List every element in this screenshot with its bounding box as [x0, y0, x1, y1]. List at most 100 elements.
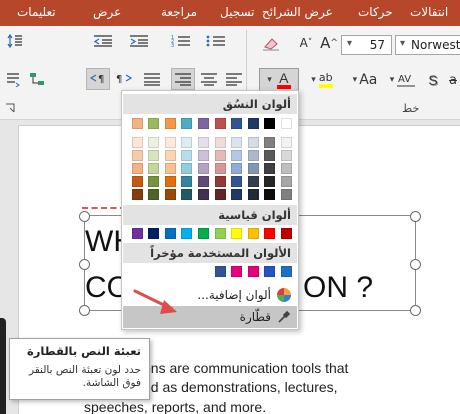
- theme-shade-swatch[interactable]: [164, 176, 176, 187]
- theme-shade-swatch[interactable]: [181, 137, 193, 148]
- align-left-icon[interactable]: [222, 70, 246, 88]
- theme-color-swatch[interactable]: [231, 118, 243, 129]
- standard-color-swatch[interactable]: [281, 228, 292, 239]
- resize-handle[interactable]: [79, 211, 90, 222]
- theme-color-swatch[interactable]: [247, 118, 259, 129]
- theme-shade-swatch[interactable]: [198, 150, 209, 161]
- theme-shade-swatch[interactable]: [164, 137, 176, 148]
- theme-shade-swatch[interactable]: [247, 163, 259, 174]
- font-size-box[interactable]: ▾ 57: [341, 35, 392, 55]
- theme-shade-swatch[interactable]: [264, 150, 276, 161]
- change-case-button[interactable]: ▾ Aa: [350, 70, 380, 90]
- theme-shade-swatch[interactable]: [281, 163, 292, 174]
- theme-shade-swatch[interactable]: [281, 150, 292, 161]
- theme-shade-swatch[interactable]: [198, 163, 209, 174]
- theme-color-swatch[interactable]: [281, 118, 292, 129]
- theme-shade-swatch[interactable]: [214, 137, 226, 148]
- clear-formatting-icon[interactable]: [260, 34, 282, 52]
- theme-color-swatch[interactable]: [181, 118, 193, 129]
- standard-color-swatch[interactable]: [181, 228, 193, 239]
- tab-transitions[interactable]: انتقالات: [410, 5, 448, 19]
- theme-color-swatch[interactable]: [164, 118, 176, 129]
- theme-shade-swatch[interactable]: [214, 189, 226, 200]
- theme-shade-swatch[interactable]: [131, 189, 143, 200]
- standard-color-swatch[interactable]: [198, 228, 209, 239]
- slide-title-line2-right[interactable]: ON ?: [303, 271, 373, 305]
- theme-shade-swatch[interactable]: [231, 176, 243, 187]
- strikethrough-icon[interactable]: a: [446, 70, 460, 90]
- theme-shade-swatch[interactable]: [264, 163, 276, 174]
- tab-slide-show[interactable]: عرض الشرائح: [262, 5, 333, 19]
- recent-color-swatch[interactable]: [247, 266, 259, 277]
- align-justify-icon[interactable]: [140, 70, 164, 88]
- numbering-icon[interactable]: 123: [168, 32, 194, 50]
- tab-view[interactable]: عرض: [93, 5, 121, 19]
- decrease-indent-icon[interactable]: [90, 32, 116, 50]
- increase-indent-icon[interactable]: [126, 32, 152, 50]
- tab-animations[interactable]: حركات: [358, 5, 393, 19]
- theme-color-swatch[interactable]: [214, 118, 226, 129]
- theme-shade-swatch[interactable]: [214, 176, 226, 187]
- theme-color-swatch[interactable]: [264, 118, 276, 129]
- font-name-box[interactable]: ▾ Norweste: [395, 35, 460, 55]
- theme-shade-swatch[interactable]: [198, 189, 209, 200]
- theme-shade-swatch[interactable]: [164, 150, 176, 161]
- standard-color-swatch[interactable]: [247, 228, 259, 239]
- standard-color-swatch[interactable]: [264, 228, 276, 239]
- theme-shade-swatch[interactable]: [247, 150, 259, 161]
- theme-shade-swatch[interactable]: [264, 189, 276, 200]
- theme-shade-swatch[interactable]: [247, 176, 259, 187]
- theme-shade-swatch[interactable]: [164, 189, 176, 200]
- theme-shade-swatch[interactable]: [148, 176, 160, 187]
- bullets-icon[interactable]: [203, 32, 229, 50]
- theme-shade-swatch[interactable]: [264, 176, 276, 187]
- tab-help[interactable]: تعليمات: [17, 5, 56, 19]
- standard-color-swatch[interactable]: [148, 228, 160, 239]
- shrink-font-icon[interactable]: A ˅: [295, 34, 317, 52]
- theme-shade-swatch[interactable]: [231, 163, 243, 174]
- theme-shade-swatch[interactable]: [231, 189, 243, 200]
- rtl-direction-button[interactable]: ¶: [86, 68, 110, 90]
- resize-handle[interactable]: [410, 305, 421, 316]
- slide-body-line[interactable]: speeches, reports, and more.: [84, 399, 266, 414]
- theme-shade-swatch[interactable]: [131, 176, 143, 187]
- grow-font-icon[interactable]: A ^: [318, 34, 340, 52]
- text-direction-icon[interactable]: [4, 70, 22, 88]
- recent-color-swatch[interactable]: [264, 266, 276, 277]
- resize-handle[interactable]: [79, 259, 90, 270]
- theme-shade-swatch[interactable]: [181, 176, 193, 187]
- font-color-button[interactable]: ▾ A: [259, 68, 299, 92]
- align-right-button[interactable]: [171, 68, 195, 90]
- recent-color-swatch[interactable]: [214, 266, 226, 277]
- slide-body-line[interactable]: ons are communication tools that: [143, 360, 348, 376]
- theme-shade-swatch[interactable]: [148, 150, 160, 161]
- ltr-direction-button[interactable]: ¶: [113, 68, 135, 90]
- standard-color-swatch[interactable]: [231, 228, 243, 239]
- highlight-color-button[interactable]: ▾ ab: [305, 68, 339, 92]
- standard-color-swatch[interactable]: [131, 228, 143, 239]
- resize-handle[interactable]: [410, 211, 421, 222]
- theme-shade-swatch[interactable]: [247, 137, 259, 148]
- slide-body-line[interactable]: ed as demonstrations, lectures,: [143, 379, 338, 395]
- theme-shade-swatch[interactable]: [281, 189, 292, 200]
- resize-handle[interactable]: [79, 305, 90, 316]
- theme-shade-swatch[interactable]: [181, 163, 193, 174]
- tab-record[interactable]: تسجيل: [220, 5, 255, 19]
- theme-shade-swatch[interactable]: [148, 137, 160, 148]
- paragraph-dialog-launcher-icon[interactable]: [4, 102, 16, 114]
- align-center-icon[interactable]: [197, 70, 221, 88]
- recent-color-swatch[interactable]: [231, 266, 243, 277]
- line-spacing-icon[interactable]: [6, 32, 24, 50]
- theme-shade-swatch[interactable]: [164, 163, 176, 174]
- text-shadow-icon[interactable]: S: [422, 70, 444, 90]
- theme-shade-swatch[interactable]: [131, 137, 143, 148]
- standard-color-swatch[interactable]: [214, 228, 226, 239]
- theme-shade-swatch[interactable]: [148, 189, 160, 200]
- theme-color-swatch[interactable]: [148, 118, 160, 129]
- tab-review[interactable]: مراجعة: [161, 5, 197, 19]
- standard-color-swatch[interactable]: [164, 228, 176, 239]
- theme-shade-swatch[interactable]: [131, 150, 143, 161]
- theme-shade-swatch[interactable]: [131, 163, 143, 174]
- theme-shade-swatch[interactable]: [181, 150, 193, 161]
- theme-color-swatch[interactable]: [131, 118, 143, 129]
